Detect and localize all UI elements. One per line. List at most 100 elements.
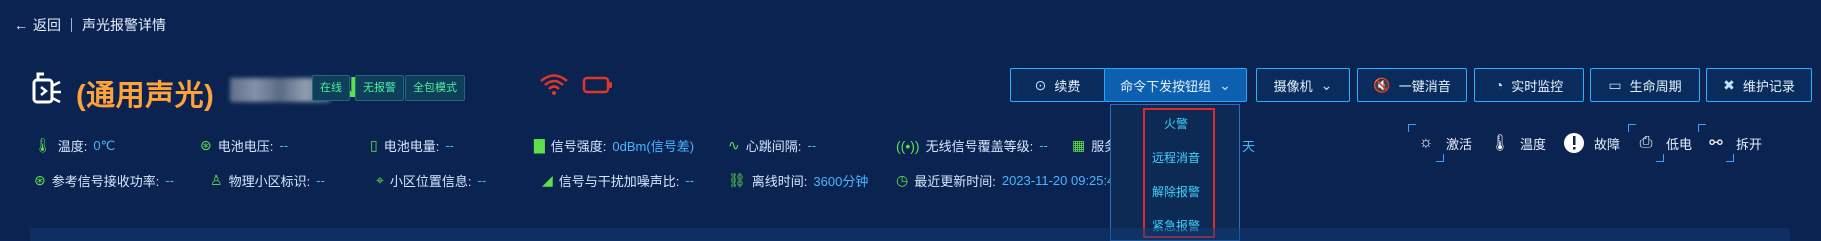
status-dismantle: ⚯ 拆开: [1698, 124, 1763, 162]
back-label: 返回: [33, 17, 61, 33]
info-signal-strength: ▇ 信号强度: 0dBm(信号差): [534, 136, 694, 155]
info-label: 温度:: [57, 139, 88, 154]
clock-icon: ◷: [896, 172, 909, 188]
info-label: 离线时间:: [751, 174, 808, 189]
info-label: 无线信号覆盖等级:: [925, 139, 1034, 154]
info-value: 0℃: [93, 137, 116, 153]
monitor-label: 实时监控: [1511, 78, 1564, 94]
voltage-icon: ⊛: [200, 137, 212, 153]
person-pin-icon: ♙: [210, 172, 223, 188]
disconnect-icon: ⛓: [728, 172, 746, 188]
info-label: 物理小区标识:: [228, 174, 311, 189]
unlink-icon: ⚯: [1698, 124, 1734, 162]
command-label: 命令下发按钮组: [1120, 78, 1212, 94]
lifecycle-button[interactable]: ▭ 生命周期: [1590, 68, 1700, 102]
info-battery-voltage: ⊛ 电池电压: --: [200, 136, 288, 155]
status-label: 故障: [1594, 136, 1621, 152]
device-title: (通用声光): [76, 80, 215, 112]
info-label: 参考信号接收功率:: [51, 174, 160, 189]
camera-dropdown-button[interactable]: 摄像机 ⌄: [1256, 68, 1350, 102]
info-label: 电池电压:: [217, 139, 274, 154]
maintenance-label: 维护记录: [1742, 78, 1795, 94]
menu-item-remote-silence[interactable]: 远程消音: [1111, 149, 1241, 166]
info-coverage: ((•)) 无线信号覆盖等级: --: [896, 136, 1048, 155]
info-label: 信号强度:: [550, 139, 607, 154]
renew-label: 续费: [1054, 78, 1081, 94]
info-offline-time: ⛓ 离线时间: 3600分钟: [728, 171, 868, 190]
calendar-icon: ▦: [1072, 137, 1086, 153]
background-grid: [0, 0, 1821, 241]
broadcast-icon: ((•)): [896, 137, 920, 154]
info-value: 3600分钟: [813, 174, 869, 189]
battery-low-icon: [582, 75, 614, 100]
menu-item-cancel-alarm[interactable]: 解除报警: [1111, 183, 1241, 200]
page-title: 声光报警详情: [82, 17, 166, 33]
info-temperature: 🌡 温度: 0℃: [34, 136, 115, 155]
alert-circle-icon: [1560, 130, 1588, 156]
status-temperature: 🌡 温度: [1486, 130, 1546, 156]
renew-button[interactable]: ⊙ 续费: [1010, 68, 1105, 102]
tools-icon: ✖: [1723, 76, 1735, 93]
status-label: 温度: [1520, 136, 1547, 152]
menu-item-fire-alarm[interactable]: 火警: [1111, 115, 1241, 132]
info-value: --: [685, 173, 695, 188]
monitor-icon: ▭: [1608, 76, 1622, 93]
info-value: 0dBm(信号差): [612, 139, 695, 154]
status-low-power: ⎙ 低电: [1628, 124, 1693, 162]
chevron-down-icon: ⌄: [1320, 76, 1333, 93]
battery-icon: ▯: [370, 137, 378, 153]
status-badge-no-alarm: 无报警: [355, 75, 404, 101]
status-activate: ☼ 激活: [1408, 124, 1473, 162]
thermometer-icon: 🌡: [1489, 135, 1511, 152]
status-label: 低电: [1666, 136, 1693, 152]
yen-icon: ⊙: [1034, 76, 1047, 93]
status-label: 拆开: [1736, 136, 1763, 152]
info-cell-location: ⌖ 小区位置信息: --: [376, 171, 486, 190]
status-badge-mode: 全包模式: [405, 75, 465, 101]
camera-label: 摄像机: [1273, 78, 1313, 94]
info-label: 小区位置信息:: [389, 174, 472, 189]
command-dropdown-menu: 火警 远程消音 解除报警 紧急报警: [1110, 104, 1240, 241]
info-service-value: 天: [1242, 136, 1255, 155]
divider: [71, 18, 72, 32]
maintenance-button[interactable]: ✖ 维护记录: [1706, 68, 1812, 102]
silence-button[interactable]: 🔇 一键消音: [1357, 68, 1467, 102]
info-label: 电池电量:: [383, 139, 440, 154]
info-sinr: ◢ 信号与干扰加噪声比: --: [542, 171, 694, 190]
info-last-update: ◷ 最近更新时间: 2023-11-20 09:25:4: [896, 171, 1114, 190]
pulse-icon: ∿: [728, 137, 740, 153]
info-value: --: [445, 138, 455, 153]
info-label: 信号与干扰加噪声比:: [558, 174, 680, 189]
info-value: 天: [1242, 139, 1256, 154]
info-value: --: [1039, 138, 1048, 153]
signal-bars-icon: ▇: [534, 137, 545, 153]
lifecycle-label: 生命周期: [1629, 78, 1682, 94]
alarm-device-icon: [30, 70, 66, 111]
info-heartbeat: ∿ 心跳间隔: --: [728, 136, 816, 155]
silence-label: 一键消音: [1398, 78, 1451, 94]
status-label: 激活: [1446, 136, 1473, 152]
chevron-down-icon: ⌄: [1219, 76, 1231, 93]
info-battery-level: ▯ 电池电量: --: [370, 136, 454, 155]
signal-noise-icon: ◢: [542, 172, 553, 188]
info-label: 心跳间隔:: [745, 139, 802, 154]
back-button[interactable]: ← 返回: [14, 15, 61, 35]
mute-icon: 🔇: [1373, 76, 1391, 93]
gauge-icon: ◔: [1494, 77, 1504, 93]
thermometer-icon: 🌡: [34, 137, 52, 153]
info-value: 2023-11-20 09:25:4: [1001, 173, 1115, 188]
signal-receive-icon: ⊛: [34, 172, 46, 188]
activate-icon: ☼: [1408, 124, 1444, 162]
info-value: --: [807, 138, 817, 153]
topbar: ← 返回 声光报警详情: [14, 16, 166, 34]
info-value: --: [165, 173, 175, 188]
table-header-strip: [30, 228, 1790, 241]
command-dropdown-button[interactable]: 命令下发按钮组 ⌄: [1104, 68, 1247, 102]
arrow-left-icon: ←: [14, 17, 28, 33]
status-fault: 故障: [1560, 130, 1620, 156]
low-battery-icon: ⎙: [1628, 124, 1664, 162]
status-badge-online: 在线: [312, 75, 350, 101]
info-value: --: [316, 173, 325, 188]
info-cell-id: ♙ 物理小区标识: --: [210, 171, 325, 190]
monitor-button[interactable]: ◔ 实时监控: [1474, 68, 1584, 102]
